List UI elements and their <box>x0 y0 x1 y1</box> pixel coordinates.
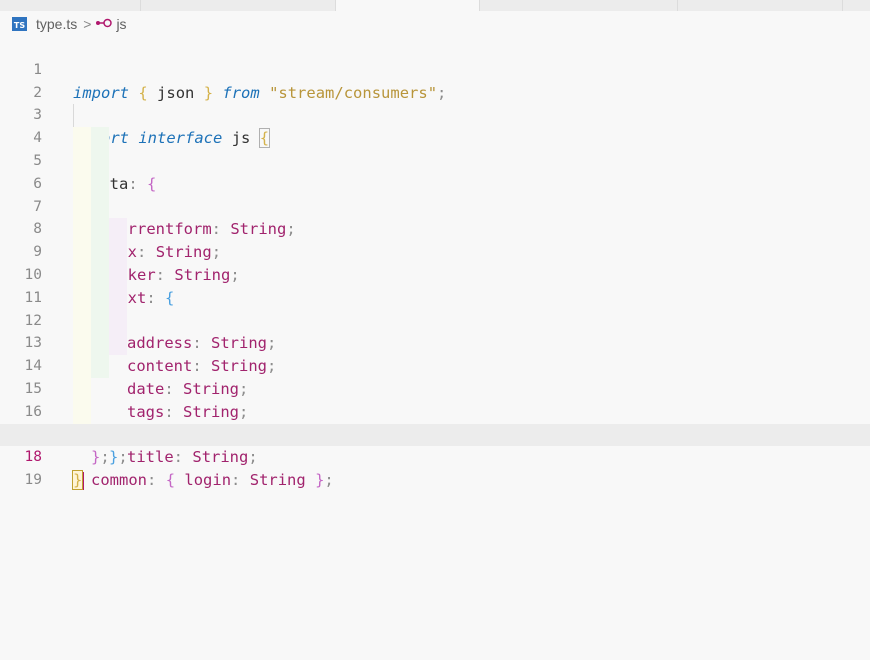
code-line[interactable]: 9 address: String; <box>0 218 870 352</box>
tab-strip <box>0 0 870 11</box>
tab[interactable] <box>141 0 336 11</box>
indent-guide <box>73 263 91 287</box>
indent-guide <box>109 218 127 242</box>
indent-guide <box>91 286 109 310</box>
indent-guide <box>109 241 127 264</box>
indent-guide <box>73 218 91 242</box>
semicolon: ; <box>324 471 334 490</box>
bracket: { <box>165 471 176 490</box>
bracket-match: } <box>71 470 84 491</box>
indent-guide <box>73 332 91 356</box>
indent-guide <box>91 149 109 173</box>
indent-guide <box>91 218 109 242</box>
breadcrumb-file[interactable]: type.ts <box>36 16 77 32</box>
code-line[interactable]: 11 date: String; <box>0 263 870 398</box>
code-area[interactable]: 1 import { json } from "stream/consumers… <box>0 36 870 491</box>
code-line[interactable]: 14 title: String; <box>0 332 870 466</box>
code-line[interactable]: 7 maker: String; <box>0 172 870 284</box>
indent-guide <box>73 127 91 150</box>
indent-guide <box>73 377 91 401</box>
code-line[interactable]: 10 content: String; <box>0 241 870 375</box>
breadcrumb-separator: > <box>83 16 92 32</box>
indent-guide <box>91 332 109 356</box>
interface-icon <box>95 16 113 32</box>
line-number: 19 <box>24 472 42 489</box>
indent-guide <box>73 241 91 264</box>
tab[interactable] <box>480 0 678 11</box>
indent-guide <box>109 332 127 356</box>
code-line[interactable]: 5 currentform: String; <box>0 127 870 238</box>
text-cursor <box>82 471 85 490</box>
code-line[interactable]: 6 idx: String; <box>0 149 870 261</box>
property: common <box>91 471 147 490</box>
indent-guide <box>73 400 91 424</box>
tab[interactable] <box>0 0 141 11</box>
code-line[interactable]: 13 time: String; <box>0 309 870 444</box>
code-line[interactable]: 1 import { json } from "stream/consumers… <box>0 36 870 102</box>
indent-guide <box>73 149 91 173</box>
colon: : <box>147 471 157 490</box>
indent-guide <box>91 172 109 196</box>
code-line[interactable]: 3 export interface js { <box>0 82 870 149</box>
indent-guide <box>91 241 109 264</box>
indent-guide <box>73 195 91 219</box>
code-line[interactable]: 15 }; <box>0 355 870 466</box>
indent-guide <box>73 104 74 128</box>
code-line[interactable]: 12 tags: String; <box>0 286 870 421</box>
type: String <box>249 471 306 490</box>
typescript-file-icon: TS <box>12 17 27 31</box>
property: login <box>184 471 232 490</box>
indent-guide <box>73 309 91 333</box>
indent-guide <box>109 263 127 287</box>
tab[interactable] <box>678 0 843 11</box>
indent-guide <box>109 286 127 310</box>
indent-guide <box>91 195 109 219</box>
code-line[interactable]: 16 }; <box>0 377 870 466</box>
indent-guide <box>73 355 91 378</box>
code-line[interactable]: 2 <box>0 59 870 101</box>
tab-active[interactable] <box>336 0 480 11</box>
indent-guide <box>91 263 109 287</box>
indent-guide <box>91 127 109 150</box>
code-line[interactable]: 8 text: { <box>0 195 870 307</box>
indent-guide <box>73 286 91 310</box>
indent-guide <box>91 309 109 333</box>
code-editor[interactable]: TS type.ts > js 1 import { json } from "… <box>0 0 870 660</box>
breadcrumb: TS type.ts > js <box>12 13 127 35</box>
colon: : <box>231 471 241 490</box>
indent-guide <box>109 309 127 333</box>
code-line-current[interactable]: 18 } <box>0 423 870 491</box>
code-line[interactable]: 4 data: { <box>0 104 870 193</box>
indent-guide <box>91 355 109 378</box>
code-line[interactable]: 17 common: { login: String }; <box>0 400 870 489</box>
breadcrumb-symbol[interactable]: js <box>116 16 126 32</box>
code-line[interactable]: 19 <box>0 446 870 488</box>
indent-guide <box>73 172 91 196</box>
